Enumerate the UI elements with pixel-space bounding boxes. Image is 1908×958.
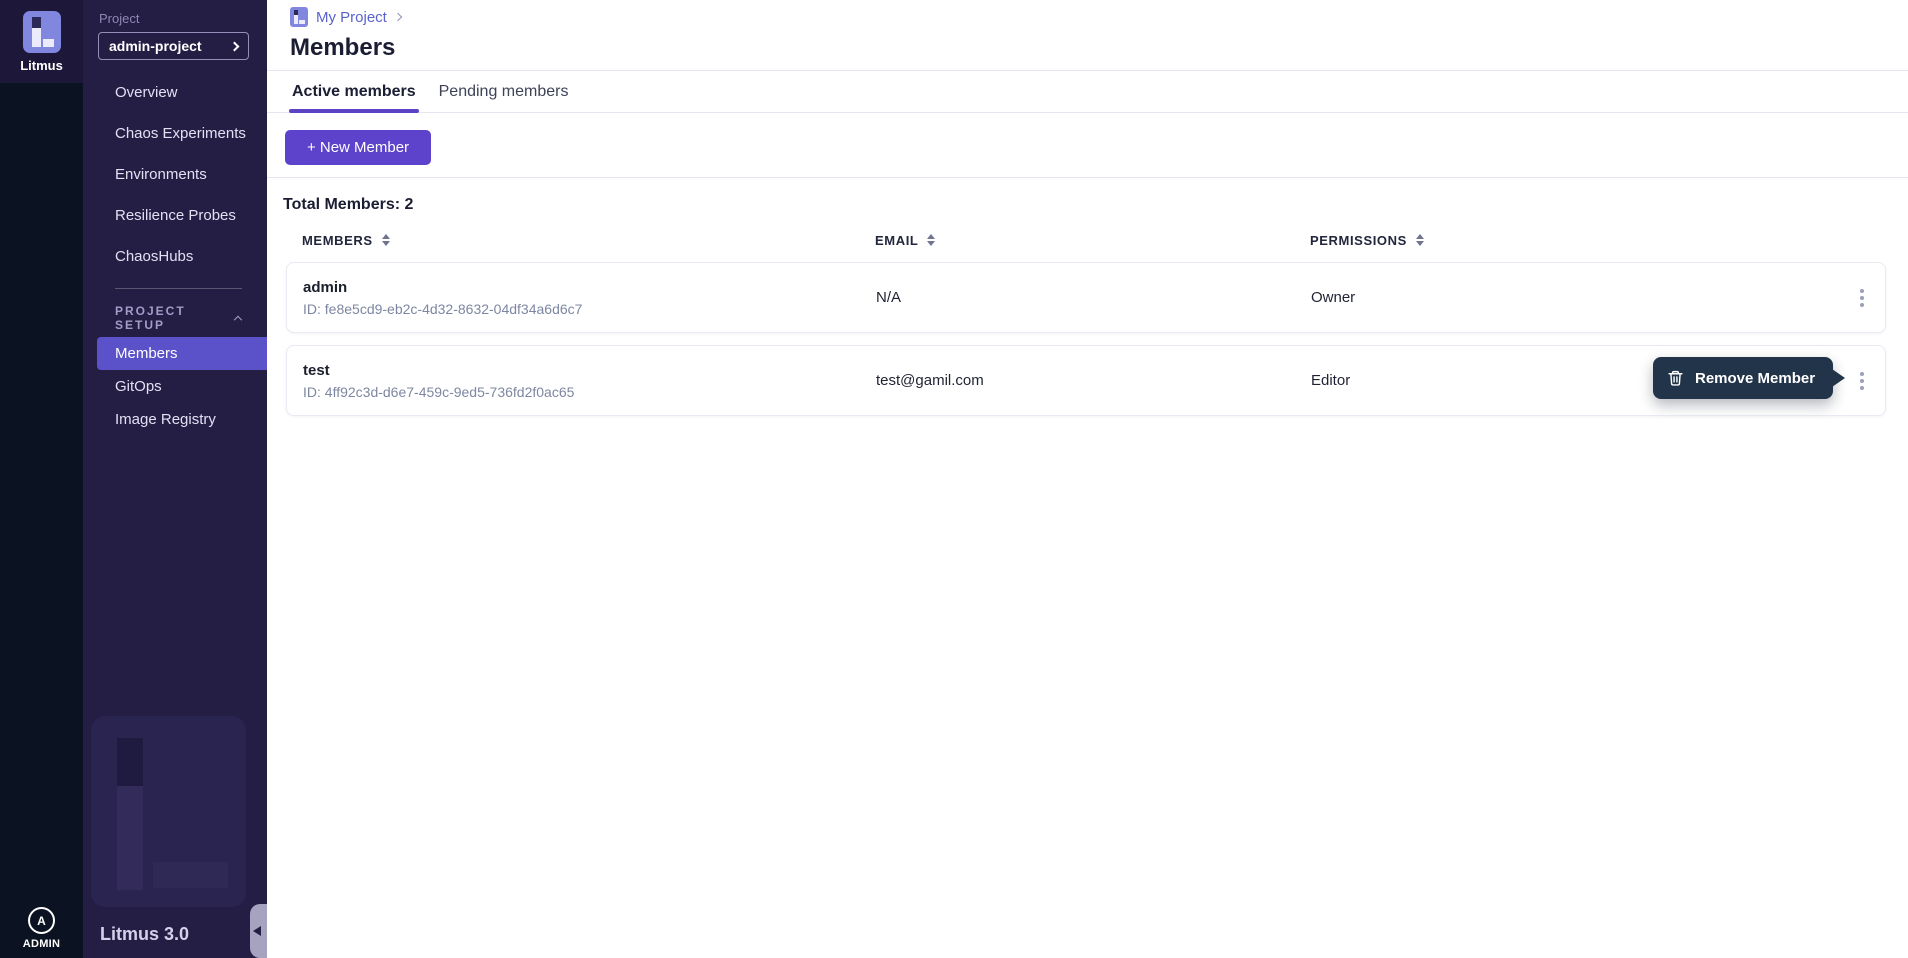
chevron-left-icon (253, 926, 261, 936)
sort-icon (927, 234, 935, 246)
avatar-initial: A (37, 914, 46, 928)
main-nav: Overview Chaos Experiments Environments … (83, 72, 267, 277)
members-table: admin ID: fe8e5cd9-eb2c-4d32-8632-04df34… (286, 262, 1886, 428)
total-members-count: Total Members: 2 (283, 196, 413, 214)
project-label: Project (99, 11, 139, 26)
version-label: Litmus 3.0 (100, 924, 189, 945)
chevron-right-icon (394, 13, 402, 21)
sort-icon (382, 234, 390, 246)
sidebar-item-overview[interactable]: Overview (83, 72, 267, 113)
member-id: ID: 4ff92c3d-d6e7-459c-9ed5-736fd2f0ac65 (303, 384, 876, 400)
page-title: Members (290, 34, 395, 62)
project-logo-icon (290, 7, 308, 27)
chevron-right-icon (230, 41, 240, 51)
column-header-members[interactable]: MEMBERS (302, 233, 875, 248)
remove-member-menu-item[interactable]: Remove Member (1653, 357, 1833, 399)
user-label: ADMIN (23, 938, 61, 950)
trash-icon (1667, 369, 1684, 387)
sidebar-divider (115, 288, 242, 289)
app-logo[interactable]: Litmus (0, 0, 83, 83)
column-header-email[interactable]: EMAIL (875, 233, 1310, 248)
tab-bar: Active members Pending members (291, 71, 569, 112)
tab-active-members[interactable]: Active members (291, 71, 417, 112)
member-name: admin (303, 279, 876, 296)
sidebar: Project admin-project Overview Chaos Exp… (83, 0, 267, 958)
setup-nav: Members GitOps Image Registry (83, 337, 267, 436)
sidebar-collapse-button[interactable] (250, 904, 267, 958)
sidebar-item-resilience-probes[interactable]: Resilience Probes (83, 195, 267, 236)
project-selector-value: admin-project (109, 38, 202, 54)
sort-icon (1416, 234, 1424, 246)
member-id: ID: fe8e5cd9-eb2c-4d32-8632-04df34a6d6c7 (303, 301, 876, 317)
divider (267, 112, 1908, 113)
project-selector[interactable]: admin-project (98, 32, 249, 60)
sidebar-item-gitops[interactable]: GitOps (83, 370, 267, 403)
member-name: test (303, 362, 876, 379)
icon-rail: Litmus A ADMIN (0, 0, 83, 958)
project-setup-label: PROJECT SETUP (115, 304, 235, 332)
litmus-logo-icon (23, 11, 61, 53)
sidebar-item-environments[interactable]: Environments (83, 154, 267, 195)
app-logo-label: Litmus (20, 58, 63, 73)
table-header: MEMBERS EMAIL PERMISSIONS (286, 228, 1886, 252)
table-row-admin: admin ID: fe8e5cd9-eb2c-4d32-8632-04df34… (286, 262, 1886, 333)
sidebar-item-chaos-experiments[interactable]: Chaos Experiments (83, 113, 267, 154)
member-email: N/A (876, 289, 1311, 306)
member-email: test@gamil.com (876, 372, 1311, 389)
row-menu-kebab-icon[interactable] (1847, 366, 1877, 396)
table-row-test: test ID: 4ff92c3d-d6e7-459c-9ed5-736fd2f… (286, 345, 1886, 416)
tab-pending-members[interactable]: Pending members (438, 71, 570, 112)
sidebar-item-chaoshubs[interactable]: ChaosHubs (83, 236, 267, 277)
user-area: A ADMIN (0, 907, 83, 950)
sidebar-item-image-registry[interactable]: Image Registry (83, 403, 267, 436)
litmus-watermark-logo (91, 716, 246, 907)
breadcrumb: My Project (290, 7, 401, 27)
new-member-button[interactable]: + New Member (285, 130, 431, 165)
breadcrumb-project-link[interactable]: My Project (316, 9, 387, 26)
main-content: My Project Members Active members Pendin… (267, 0, 1908, 958)
row-menu-kebab-icon[interactable] (1847, 283, 1877, 313)
project-setup-section-toggle[interactable]: PROJECT SETUP (115, 304, 241, 332)
member-cell: test ID: 4ff92c3d-d6e7-459c-9ed5-736fd2f… (303, 362, 876, 400)
member-cell: admin ID: fe8e5cd9-eb2c-4d32-8632-04df34… (303, 279, 876, 317)
member-permission: Owner (1311, 289, 1847, 306)
remove-member-label: Remove Member (1695, 370, 1815, 387)
column-header-permissions[interactable]: PERMISSIONS (1310, 233, 1848, 248)
user-avatar[interactable]: A (28, 907, 55, 934)
divider (267, 177, 1908, 178)
sidebar-item-members[interactable]: Members (97, 337, 267, 370)
